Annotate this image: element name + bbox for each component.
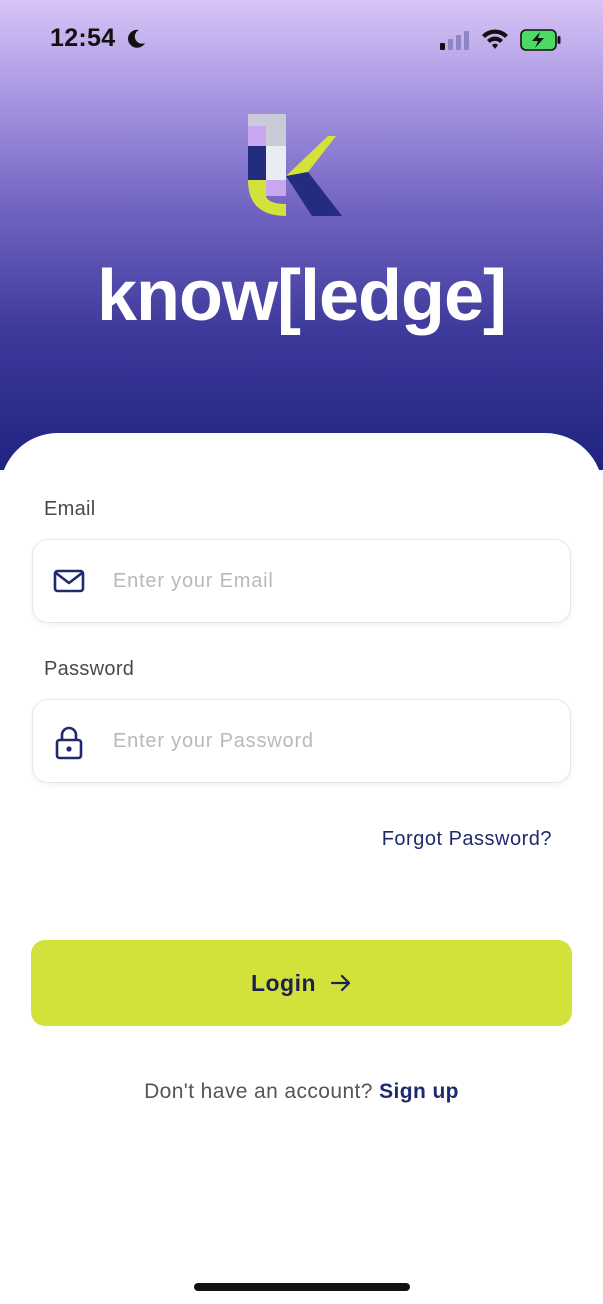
signup-row: Don't have an account? Sign up bbox=[0, 1080, 603, 1104]
login-button[interactable]: Login bbox=[31, 940, 572, 1026]
moon-icon bbox=[128, 29, 145, 48]
cellular-signal-icon bbox=[440, 31, 469, 50]
forgot-password-link[interactable]: Forgot Password? bbox=[382, 828, 552, 851]
brand-wordmark: know[ledge] bbox=[96, 256, 507, 336]
password-field-container[interactable] bbox=[32, 699, 571, 783]
battery-charging-icon bbox=[520, 29, 561, 51]
email-input[interactable] bbox=[113, 540, 553, 622]
status-time: 12:54 bbox=[50, 24, 116, 52]
password-input[interactable] bbox=[113, 700, 553, 782]
login-button-label: Login bbox=[250, 969, 317, 996]
signup-prompt: Don't have an account? bbox=[144, 1080, 373, 1103]
arrow-right-icon bbox=[330, 974, 351, 992]
status-bar: 12:54 bbox=[0, 0, 603, 80]
k-logo-icon bbox=[248, 114, 342, 216]
envelope-icon bbox=[53, 569, 85, 593]
email-field-container[interactable] bbox=[32, 539, 571, 623]
password-label: Password bbox=[44, 658, 135, 680]
signup-link[interactable]: Sign up bbox=[379, 1080, 459, 1103]
home-indicator[interactable] bbox=[194, 1283, 410, 1291]
wifi-icon bbox=[482, 29, 508, 49]
email-label: Email bbox=[44, 498, 96, 520]
lock-icon bbox=[55, 726, 83, 760]
